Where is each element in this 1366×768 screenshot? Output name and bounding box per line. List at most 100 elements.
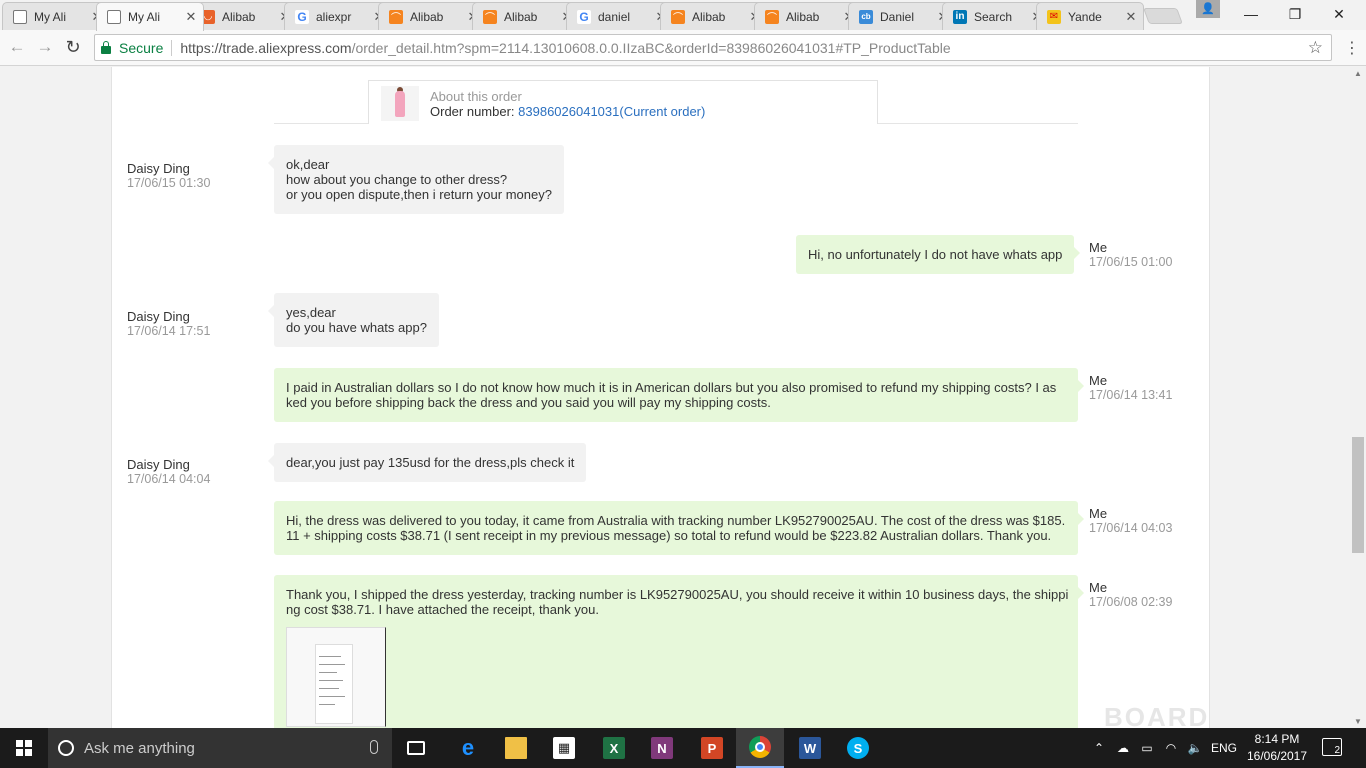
- scroll-down-icon[interactable]: ▼: [1354, 717, 1362, 726]
- onenote-icon: N: [651, 737, 673, 759]
- reload-icon[interactable]: ↻: [62, 36, 84, 58]
- taskbar-app-store[interactable]: ▦: [540, 728, 588, 768]
- taskbar-app-file-explorer[interactable]: [492, 728, 540, 768]
- url-path: /order_detail.htm?spm=2114.13010608.0.0.…: [351, 39, 951, 56]
- linkedin-icon: in: [953, 9, 967, 24]
- message-timestamp: 17/06/14 17:51: [127, 324, 211, 338]
- minimize-button[interactable]: —: [1228, 0, 1274, 28]
- message-timestamp: 17/06/14 13:41: [1089, 388, 1173, 402]
- taskbar-app-onenote[interactable]: N: [638, 728, 686, 768]
- back-icon[interactable]: ←: [6, 36, 28, 58]
- browser-tab[interactable]: in Search ✕: [942, 2, 1050, 30]
- message-line: Hi, no unfortunately I do not have whats…: [808, 247, 1063, 262]
- taskbar-app-skype[interactable]: S: [834, 728, 882, 768]
- edge-icon: e: [461, 735, 475, 760]
- tab-title: Yande: [1068, 9, 1102, 24]
- action-center-icon[interactable]: 2: [1322, 738, 1342, 756]
- language-indicator[interactable]: ENG: [1208, 728, 1240, 768]
- menu-icon[interactable]: ⋮: [1344, 38, 1360, 58]
- sender-info: Me 17/06/14 04:03: [1089, 506, 1172, 536]
- secure-label: Secure: [119, 39, 164, 56]
- tab-title: daniel: [598, 9, 631, 24]
- browser-tab[interactable]: cb Daniel ✕: [848, 2, 956, 30]
- message-bubble-outgoing: Hi, no unfortunately I do not have whats…: [796, 235, 1081, 274]
- divider: [171, 39, 173, 56]
- order-number-line: Order number: 83986026041031(Current ord…: [430, 104, 705, 119]
- profile-icon[interactable]: 👤: [1196, 0, 1220, 18]
- message-line: ok,dear: [286, 157, 330, 172]
- cortana-search-box[interactable]: Ask me anything: [48, 728, 392, 768]
- sender-info: Daisy Ding 17/06/14 17:51: [127, 309, 210, 339]
- taskbar: Ask me anything e ▦ X N P W S ⌃ ☁ ▭ ◠ 🔈 …: [0, 728, 1366, 768]
- url-text[interactable]: https://trade.aliexpress.com/order_detai…: [180, 40, 950, 56]
- close-window-button[interactable]: ✕: [1316, 0, 1362, 28]
- search-placeholder: Ask me anything: [84, 739, 195, 757]
- scrollbar-thumb[interactable]: [1352, 437, 1364, 553]
- sender-name: Daisy Ding: [127, 161, 190, 176]
- taskbar-app-word[interactable]: W: [786, 728, 834, 768]
- browser-toolbar: ← → ↻ Secure https://trade.aliexpress.co…: [0, 30, 1366, 66]
- browser-tab[interactable]: My Ali ✕: [2, 2, 110, 30]
- bookmark-star-icon[interactable]: ☆: [1308, 38, 1323, 58]
- tab-title: Alibab: [786, 9, 820, 24]
- chrome-icon: [749, 736, 771, 758]
- wifi-icon[interactable]: ◠: [1160, 728, 1182, 768]
- message-line: 11 + shipping costs $38.71 (I sent recei…: [286, 528, 1052, 543]
- browser-tab[interactable]: ⌒ Alibab ✕: [660, 2, 768, 30]
- sender-info: Me 17/06/08 02:39: [1089, 580, 1172, 610]
- tab-strip: My Ali ✕ My Ali ✕ ◡ Alibab ✕ G aliexpr ✕…: [0, 0, 1366, 31]
- tab-title: My Ali: [34, 9, 67, 24]
- browser-tab[interactable]: ◡ Alibab ✕: [190, 2, 298, 30]
- browser-tab[interactable]: ⌒ Alibab ✕: [472, 2, 580, 30]
- tab-title: Alibab: [692, 9, 726, 24]
- receipt-image[interactable]: [286, 627, 386, 727]
- browser-tab[interactable]: ✉ Yande ✕: [1036, 2, 1144, 30]
- order-number-link[interactable]: 83986026041031(Current order): [518, 104, 705, 119]
- browser-tab-active[interactable]: My Ali ✕: [96, 2, 204, 31]
- show-hidden-icons-icon[interactable]: ⌃: [1090, 728, 1108, 768]
- task-view-button[interactable]: [392, 728, 440, 768]
- product-thumbnail[interactable]: [381, 86, 419, 121]
- battery-icon[interactable]: ▭: [1136, 728, 1158, 768]
- task-view-icon: [407, 741, 425, 755]
- new-tab-button[interactable]: [1143, 8, 1183, 24]
- alibaba-icon: ⌒: [671, 9, 685, 24]
- sender-name: Me: [1089, 506, 1108, 521]
- taskbar-app-chrome[interactable]: [736, 728, 784, 768]
- url-host: trade.aliexpress.com: [222, 39, 352, 56]
- message-line: ked you before shipping back the dress a…: [286, 395, 771, 410]
- taskbar-app-edge[interactable]: e: [444, 728, 492, 768]
- browser-tab[interactable]: G aliexpr ✕: [284, 2, 392, 30]
- alibaba-icon: ⌒: [389, 9, 403, 24]
- url-scheme: https://: [180, 39, 223, 56]
- message-bubble-outgoing: I paid in Australian dollars so I do not…: [274, 368, 1084, 422]
- store-icon: ▦: [553, 737, 575, 759]
- cortana-icon: [58, 740, 74, 756]
- forward-icon[interactable]: →: [34, 36, 56, 58]
- onedrive-sync-icon[interactable]: ☁: [1112, 728, 1134, 768]
- message-line: dear,you just pay 135usd for the dress,p…: [286, 455, 575, 470]
- volume-icon[interactable]: 🔈: [1184, 728, 1206, 768]
- address-bar[interactable]: Secure https://trade.aliexpress.com/orde…: [94, 34, 1332, 61]
- taskbar-app-powerpoint[interactable]: P: [688, 728, 736, 768]
- browser-tab[interactable]: G daniel ✕: [566, 2, 674, 30]
- page-scrollbar[interactable]: ▲ ▼: [1350, 67, 1366, 728]
- document-icon: [107, 10, 121, 24]
- start-button[interactable]: [0, 728, 48, 768]
- tab-title: Search: [974, 9, 1013, 24]
- message-line: do you have whats app?: [286, 320, 427, 335]
- message-bubble-incoming: ok,dear how about you change to other dr…: [268, 145, 564, 214]
- scroll-up-icon[interactable]: ▲: [1354, 69, 1362, 78]
- page-viewport: About this order Order number: 839860260…: [0, 67, 1350, 728]
- sender-info: Me 17/06/14 13:41: [1089, 373, 1172, 403]
- microphone-icon[interactable]: [370, 740, 378, 754]
- order-card: About this order Order number: 839860260…: [368, 80, 878, 124]
- browser-tab[interactable]: ⌒ Alibab ✕: [378, 2, 486, 30]
- taskbar-app-excel[interactable]: X: [590, 728, 638, 768]
- system-clock[interactable]: 8:14 PM 16/06/2017: [1244, 731, 1310, 765]
- message-timestamp: 17/06/14 04:04: [127, 472, 211, 486]
- browser-tab[interactable]: ⌒ Alibab ✕: [754, 2, 862, 30]
- close-tab-icon[interactable]: ✕: [1125, 9, 1137, 25]
- restore-button[interactable]: ❐: [1272, 0, 1318, 28]
- close-tab-icon[interactable]: ✕: [185, 9, 197, 25]
